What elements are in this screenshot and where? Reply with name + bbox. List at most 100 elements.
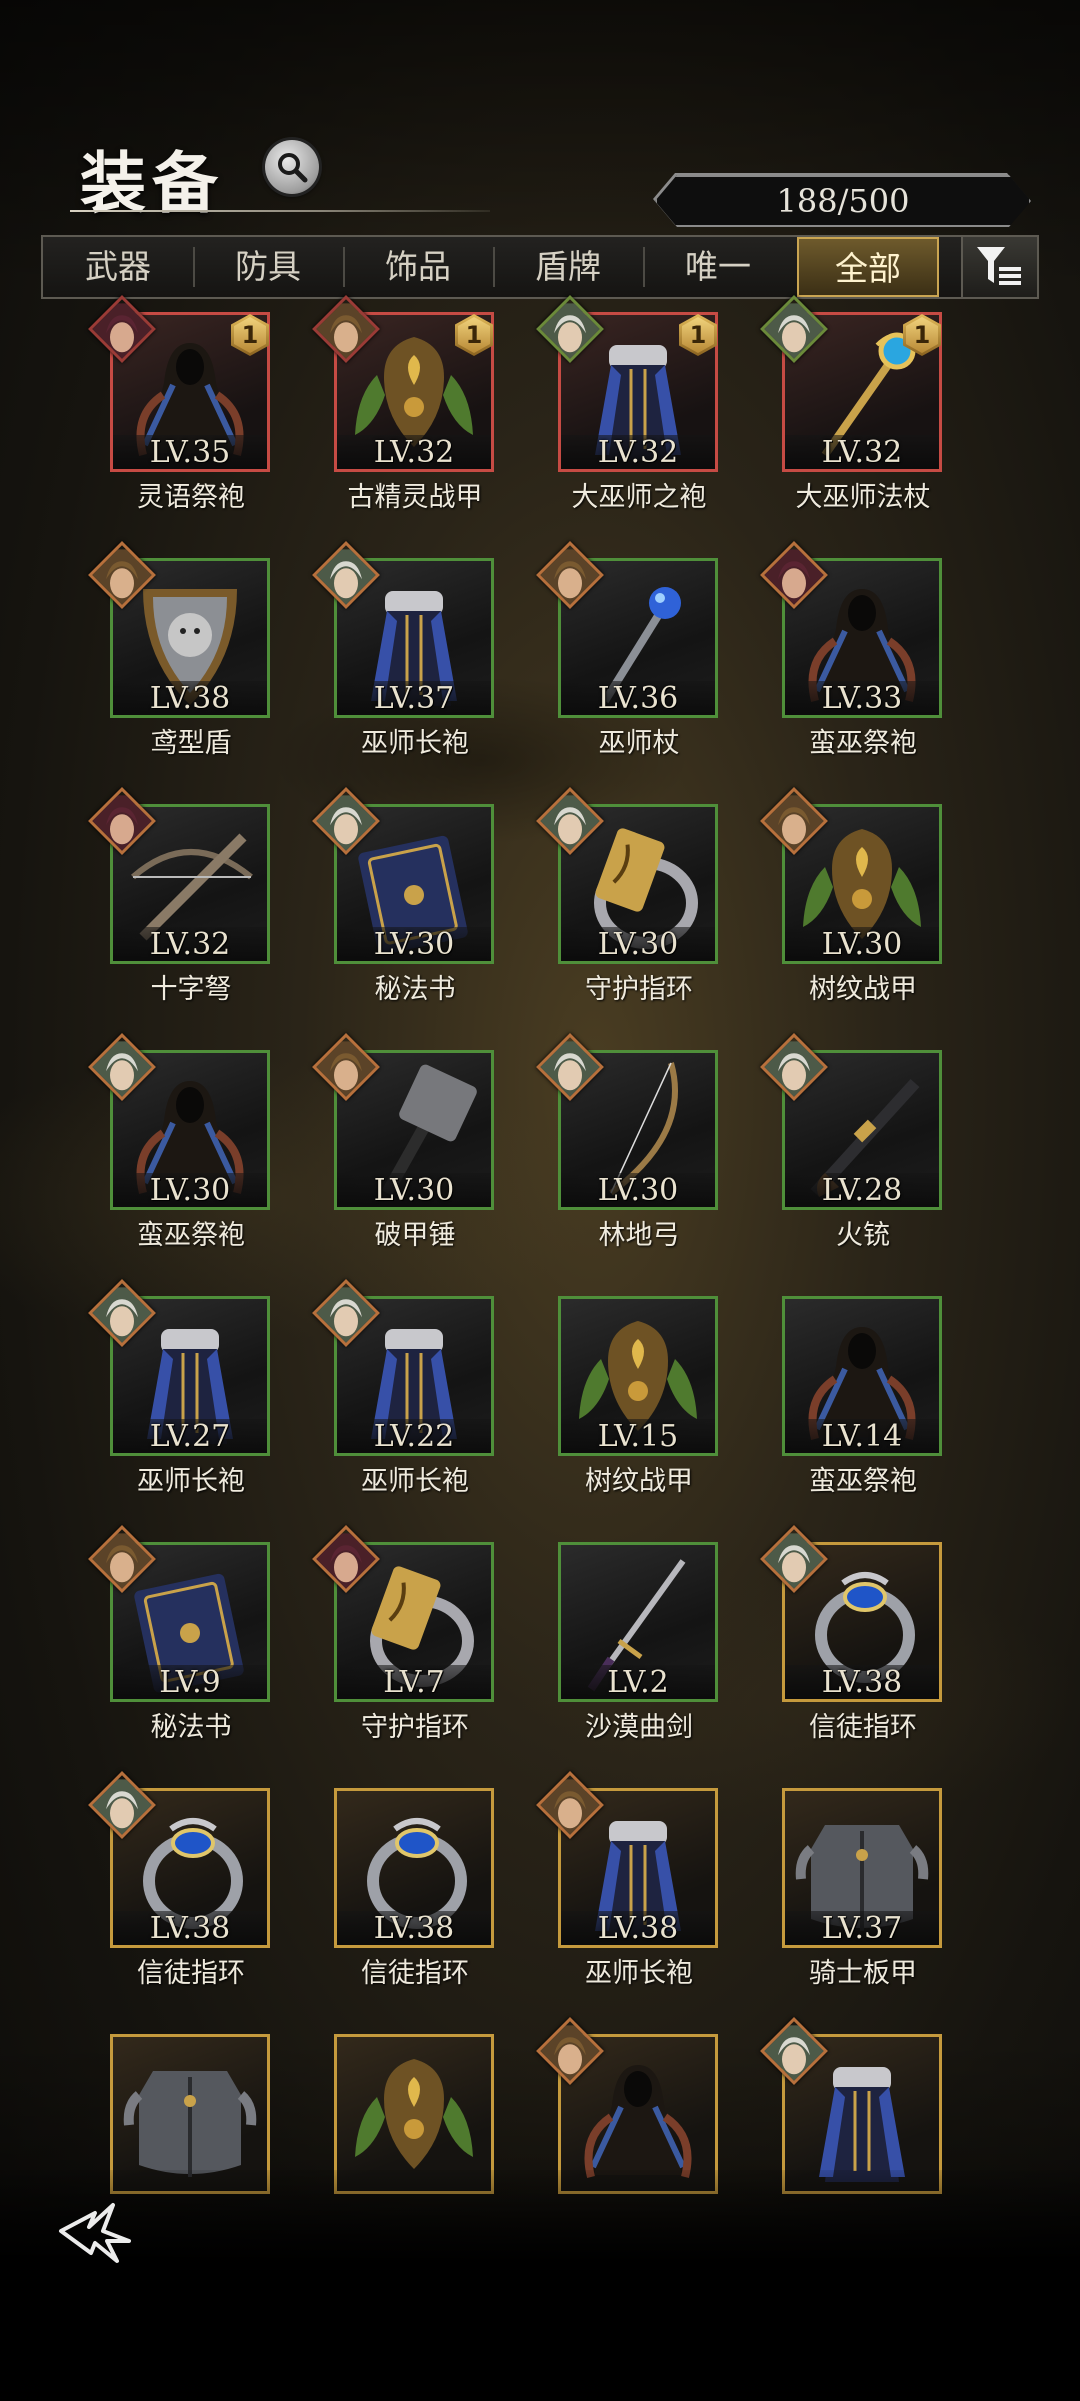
bottom-fade bbox=[0, 2170, 1080, 2401]
item-level: LV.7 bbox=[337, 1665, 491, 1699]
item-name: 信徒指环 bbox=[361, 1958, 469, 1989]
equipment-item[interactable]: LV.30 守护指环 bbox=[536, 787, 769, 1034]
category-tabs: 武器 防具 饰品 盾牌 唯一 全部 bbox=[41, 235, 1039, 299]
item-level: LV.22 bbox=[337, 1419, 491, 1453]
equipment-item[interactable]: LV.38 信徒指环 bbox=[320, 1783, 545, 2018]
inventory-counter: 188/500 bbox=[655, 175, 1031, 227]
tab-unique[interactable]: 唯一 bbox=[643, 237, 793, 297]
item-level: LV.37 bbox=[785, 1911, 939, 1945]
tab-accessories[interactable]: 饰品 bbox=[343, 237, 493, 297]
equipment-item[interactable]: LV.30 林地弓 bbox=[536, 1033, 769, 1280]
item-level: LV.37 bbox=[337, 681, 491, 715]
tab-weapons[interactable]: 武器 bbox=[43, 237, 193, 297]
equipment-item[interactable]: LV.7 守护指环 bbox=[312, 1525, 545, 1772]
equipment-item[interactable]: LV.28 火铳 bbox=[760, 1033, 993, 1280]
item-name: 大巫师之袍 bbox=[571, 482, 707, 513]
item-level: LV.15 bbox=[561, 1419, 715, 1453]
item-level: LV.27 bbox=[113, 1419, 267, 1453]
search-icon bbox=[278, 153, 308, 183]
item-name: 沙漠曲剑 bbox=[585, 1712, 693, 1743]
back-icon[interactable] bbox=[55, 2195, 145, 2265]
item-level: LV.32 bbox=[561, 435, 715, 469]
equipment-item[interactable]: LV.30 蛮巫祭袍 bbox=[88, 1033, 321, 1280]
tab-armor[interactable]: 防具 bbox=[193, 237, 343, 297]
equipment-card: LV.2 bbox=[558, 1542, 718, 1702]
equipment-item[interactable]: LV.32 1 古精灵战甲 bbox=[312, 295, 545, 542]
item-level: LV.36 bbox=[561, 681, 715, 715]
item-level: LV.30 bbox=[113, 1173, 267, 1207]
equipment-item[interactable]: LV.37 骑士板甲 bbox=[768, 1783, 993, 2018]
item-level: LV.32 bbox=[785, 435, 939, 469]
item-name: 林地弓 bbox=[598, 1220, 680, 1251]
equipment-item[interactable]: LV.14 蛮巫祭袍 bbox=[768, 1291, 993, 1526]
item-name: 秘法书 bbox=[374, 974, 456, 1005]
item-name: 秘法书 bbox=[150, 1712, 232, 1743]
tab-all[interactable]: 全部 bbox=[797, 237, 939, 297]
item-name: 蛮巫祭袍 bbox=[809, 1466, 917, 1497]
item-level: LV.2 bbox=[561, 1665, 715, 1699]
equipment-item[interactable]: LV.32 1 大巫师法杖 bbox=[760, 295, 993, 542]
equipment-art-icon bbox=[355, 2059, 473, 2169]
item-name: 巫师杖 bbox=[598, 728, 680, 759]
filter-button[interactable] bbox=[961, 237, 1037, 297]
item-name: 巫师长袍 bbox=[361, 1466, 469, 1497]
item-level: LV.30 bbox=[337, 927, 491, 961]
item-level: LV.38 bbox=[337, 1911, 491, 1945]
item-name: 破甲锤 bbox=[374, 1220, 456, 1251]
equipment-card: LV.38 bbox=[334, 1788, 494, 1948]
item-name: 鸢型盾 bbox=[150, 728, 232, 759]
equipment-item[interactable]: LV.32 十字弩 bbox=[88, 787, 321, 1034]
equipment-item[interactable]: LV.33 蛮巫祭袍 bbox=[760, 541, 993, 788]
item-name: 巫师长袍 bbox=[137, 1466, 245, 1497]
item-level: LV.9 bbox=[113, 1665, 267, 1699]
title-underline bbox=[70, 210, 490, 212]
equipment-item[interactable]: LV.30 破甲锤 bbox=[312, 1033, 545, 1280]
item-level: LV.28 bbox=[785, 1173, 939, 1207]
item-name: 灵语祭袍 bbox=[137, 482, 245, 513]
item-level: LV.33 bbox=[785, 681, 939, 715]
equipment-card: LV.14 bbox=[782, 1296, 942, 1456]
equipment-item[interactable]: LV.2 沙漠曲剑 bbox=[544, 1537, 769, 1772]
item-level: LV.30 bbox=[561, 1173, 715, 1207]
item-name: 巫师长袍 bbox=[361, 728, 469, 759]
equipment-item[interactable]: LV.37 巫师长袍 bbox=[312, 541, 545, 788]
equipment-item[interactable]: LV.27 巫师长袍 bbox=[88, 1279, 321, 1526]
item-level: LV.30 bbox=[785, 927, 939, 961]
equipment-card: LV.37 bbox=[782, 1788, 942, 1948]
item-level: LV.32 bbox=[337, 435, 491, 469]
tab-shields[interactable]: 盾牌 bbox=[493, 237, 643, 297]
equipment-item[interactable]: LV.38 信徒指环 bbox=[88, 1771, 321, 2018]
equipment-item[interactable]: LV.15 树纹战甲 bbox=[544, 1291, 769, 1526]
item-level: LV.38 bbox=[113, 1911, 267, 1945]
search-button[interactable] bbox=[265, 140, 319, 194]
item-level: LV.38 bbox=[113, 681, 267, 715]
equipment-item[interactable]: LV.9 秘法书 bbox=[88, 1525, 321, 1772]
equipment-art-icon bbox=[123, 2071, 257, 2177]
item-level: LV.35 bbox=[113, 435, 267, 469]
filter-icon bbox=[977, 247, 1021, 285]
item-name: 古精灵战甲 bbox=[347, 482, 483, 513]
equipment-item[interactable]: LV.22 巫师长袍 bbox=[312, 1279, 545, 1526]
item-level: LV.14 bbox=[785, 1419, 939, 1453]
equipment-item[interactable]: LV.38 巫师长袍 bbox=[536, 1771, 769, 2018]
item-name: 火铳 bbox=[836, 1220, 890, 1251]
item-name: 信徒指环 bbox=[809, 1712, 917, 1743]
equipment-item[interactable]: LV.38 信徒指环 bbox=[760, 1525, 993, 1772]
item-name: 十字弩 bbox=[150, 974, 232, 1005]
item-name: 骑士板甲 bbox=[809, 1958, 917, 1989]
item-name: 蛮巫祭袍 bbox=[137, 1220, 245, 1251]
equipment-item[interactable]: LV.35 1 灵语祭袍 bbox=[88, 295, 321, 542]
item-name: 信徒指环 bbox=[137, 1958, 245, 1989]
item-name: 树纹战甲 bbox=[809, 974, 917, 1005]
equipment-item[interactable]: LV.30 树纹战甲 bbox=[760, 787, 993, 1034]
equipment-item[interactable]: LV.30 秘法书 bbox=[312, 787, 545, 1034]
item-name: 蛮巫祭袍 bbox=[809, 728, 917, 759]
equipment-item[interactable]: LV.36 巫师杖 bbox=[536, 541, 769, 788]
item-level: LV.38 bbox=[561, 1911, 715, 1945]
item-name: 巫师长袍 bbox=[585, 1958, 693, 1989]
equipment-item[interactable]: LV.38 鸢型盾 bbox=[88, 541, 321, 788]
item-name: 树纹战甲 bbox=[585, 1466, 693, 1497]
item-level: LV.38 bbox=[785, 1665, 939, 1699]
equipment-item[interactable]: LV.32 1 大巫师之袍 bbox=[536, 295, 769, 542]
equipment-card: LV.15 bbox=[558, 1296, 718, 1456]
